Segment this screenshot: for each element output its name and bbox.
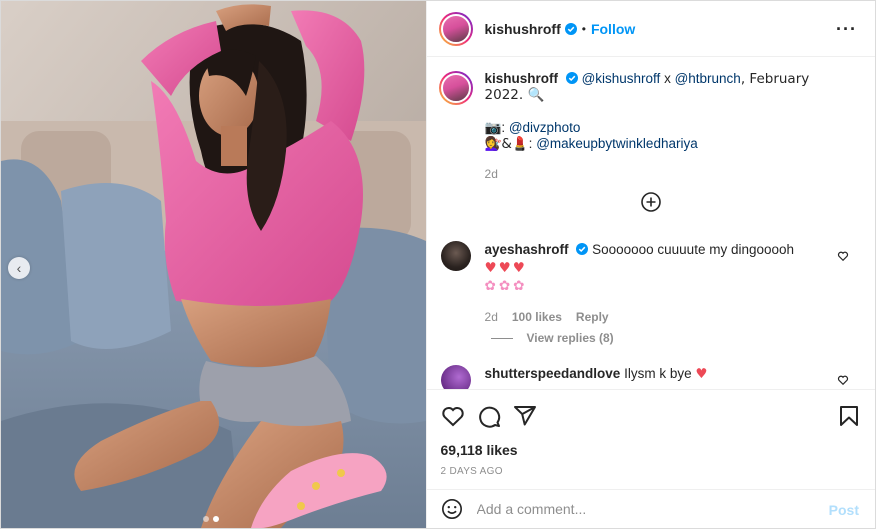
commenter-username[interactable]: shutterspeedandlove [485,366,621,381]
caption-text: x [660,71,675,86]
verified-badge-icon [564,22,577,35]
hearts-emoji: ♥ [695,366,710,382]
caption-text: : [501,120,509,135]
caption-avatar[interactable] [438,71,473,105]
post-date: 2 DAYS AGO [440,466,503,477]
mention-link[interactable]: @kishushroff [582,71,661,86]
comment-item: shutterspeedandlove Ilysm k bye ♥ [440,365,861,389]
view-replies-label: View replies (8) [526,331,614,345]
post-photo[interactable]: ‹ [1,1,426,528]
likes-count[interactable]: 69,118 likes [441,442,518,458]
view-replies-button[interactable]: View replies (8) [490,331,614,345]
post-modal: ‹ kishushroff • Follow ··· kishushroff @… [0,0,876,529]
comment-text: Sooooooo cuuuute my dingooooh [592,242,795,257]
follow-button[interactable]: Follow [591,21,635,37]
carousel-dots [203,516,219,522]
commenter-avatar[interactable] [440,241,471,271]
caption-age: 2d [484,167,498,181]
mention-link[interactable]: @htbrunch [675,71,741,86]
verified-badge-icon [565,72,578,84]
action-bar: 69,118 likes 2 DAYS AGO [426,389,875,489]
author-username[interactable]: kishushroff [485,21,561,37]
comment-input[interactable] [476,501,817,517]
verified-badge-icon [576,243,589,255]
carousel-prev-button[interactable]: ‹ [8,257,30,279]
mention-link[interactable]: @makeupbytwinkledhariya [536,136,698,151]
comment-icon[interactable] [477,404,501,428]
carousel-dot [203,516,209,522]
commenter-username[interactable]: ayeshashroff [485,242,569,257]
post-header: kishushroff • Follow ··· [426,1,875,57]
more-options-icon[interactable]: ··· [836,19,857,40]
chevron-left-icon: ‹ [16,260,22,276]
post-details: kishushroff • Follow ··· kishushroff @ki… [425,1,875,528]
hearts-emoji: ♥♥♥ [484,260,527,276]
comment-text: Ilysm k bye [624,366,692,381]
author-avatar[interactable] [438,11,473,46]
camera-emoji: 📷 [484,120,502,136]
caption-username[interactable]: kishushroff [485,71,559,86]
comment-likes[interactable]: 100 likes [512,308,562,326]
load-more-icon[interactable] [640,192,661,212]
post-caption: kishushroff @kishushroff x @htbrunch, Fe… [438,71,859,182]
flowers-emoji: ✿✿✿ [484,278,528,294]
comment-item: ayeshashroff Sooooooo cuuuute my dingooo… [440,241,861,326]
post-comment-button[interactable]: Post [829,502,859,518]
comment-box: Post [426,489,875,528]
bookmark-icon[interactable] [837,404,861,428]
heart-icon[interactable] [441,404,465,428]
reply-button[interactable]: Reply [576,308,609,326]
mention-link[interactable]: @divzphoto [509,120,581,135]
commenter-avatar[interactable] [440,365,471,389]
header-bullet: • [581,21,586,36]
share-icon[interactable] [513,404,537,428]
emoji-icon[interactable] [441,498,463,520]
comment-age: 2d [484,310,498,324]
comment-like-icon[interactable] [837,250,849,262]
makeup-emoji: 💇‍♀️&💄 [484,136,529,152]
comment-like-icon[interactable] [837,374,849,386]
carousel-dot-active [213,516,219,522]
photo-scene [1,1,426,528]
